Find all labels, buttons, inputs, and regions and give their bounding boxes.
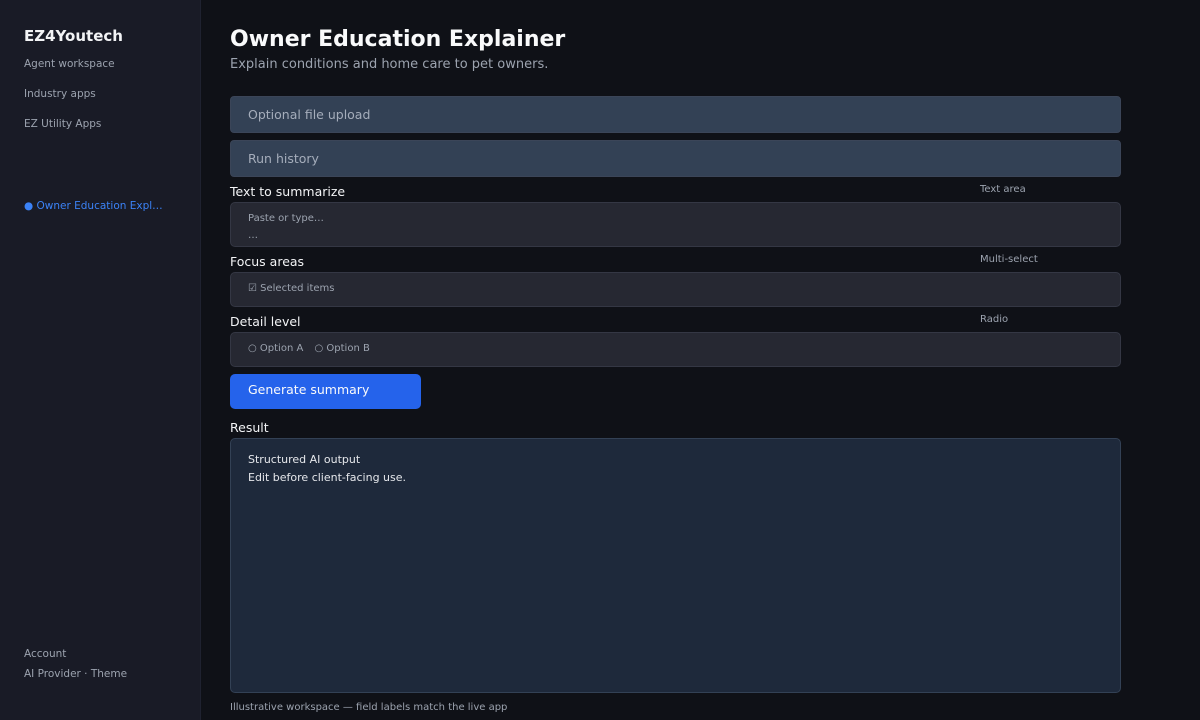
focus-field-label: Focus areas bbox=[230, 254, 305, 269]
text-field-type: Text area bbox=[980, 184, 1026, 195]
result-line-2: Edit before client-facing use. bbox=[248, 471, 407, 484]
result-label: Result bbox=[230, 420, 269, 435]
footnote: Illustrative workspace — field labels ma… bbox=[230, 702, 508, 713]
page-title: Owner Education Explainer bbox=[230, 27, 566, 52]
detail-field-type: Radio bbox=[980, 314, 1009, 325]
account-link[interactable]: Account bbox=[24, 648, 66, 660]
ai-provider-theme-link[interactable]: AI Provider · Theme bbox=[24, 668, 127, 680]
nav-industry-apps[interactable]: Industry apps bbox=[24, 88, 96, 100]
text-field-label: Text to summarize bbox=[230, 184, 346, 199]
detail-level-radio-group: ○ Option A ○ Option B bbox=[230, 332, 1121, 367]
nav-agent-workspace[interactable]: Agent workspace bbox=[24, 58, 115, 70]
main-content: Owner Education Explainer Explain condit… bbox=[230, 0, 1121, 720]
radio-option-b[interactable]: ○ Option B bbox=[315, 343, 370, 354]
page-subtitle: Explain conditions and home care to pet … bbox=[230, 57, 549, 72]
focus-areas-multiselect[interactable]: ☑ Selected items bbox=[230, 272, 1121, 307]
run-history-section[interactable]: Run history bbox=[230, 140, 1121, 177]
brand-logo-text: EZ4Youtech bbox=[24, 27, 123, 45]
focus-selected-value: ☑ Selected items bbox=[248, 283, 335, 294]
file-upload-section[interactable]: Optional file upload bbox=[230, 96, 1121, 133]
detail-field-label: Detail level bbox=[230, 314, 301, 329]
nav-ez-utility-apps[interactable]: EZ Utility Apps bbox=[24, 118, 101, 130]
radio-option-a[interactable]: ○ Option A bbox=[248, 343, 303, 354]
result-line-1: Structured AI output bbox=[248, 453, 361, 466]
text-input-ellipsis: … bbox=[248, 230, 258, 241]
text-summarize-input[interactable]: Paste or type… … bbox=[230, 202, 1121, 247]
focus-field-type: Multi-select bbox=[980, 254, 1038, 265]
generate-summary-button[interactable]: Generate summary bbox=[230, 374, 421, 409]
text-input-placeholder: Paste or type… bbox=[248, 213, 324, 224]
nav-owner-education-explainer[interactable]: ● Owner Education Explainer bbox=[24, 200, 169, 212]
result-output[interactable]: Structured AI output Edit before client-… bbox=[230, 438, 1121, 693]
sidebar: EZ4Youtech Agent workspace Industry apps… bbox=[0, 0, 201, 720]
